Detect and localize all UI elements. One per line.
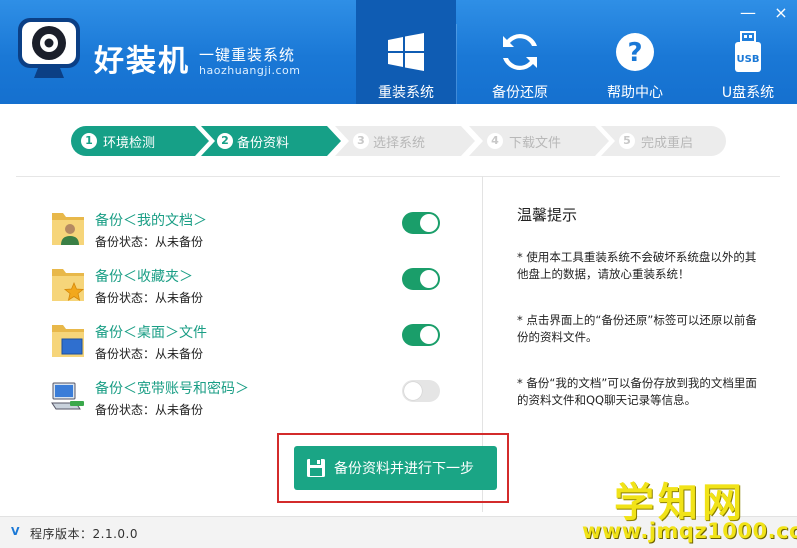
svg-text:USB: USB	[737, 54, 760, 65]
backup-toggle[interactable]	[402, 380, 440, 402]
favorites-folder-icon	[52, 269, 85, 301]
step-number: 1	[81, 133, 97, 149]
backup-status: 备份状态：从未备份	[95, 403, 204, 417]
nav-item-help[interactable]: ? 帮助中心	[585, 0, 685, 104]
step-1: 1 环境检测	[71, 126, 209, 156]
help-icon: ?	[616, 33, 654, 71]
app-domain: haozhuangji.com	[199, 64, 301, 77]
documents-folder-icon	[52, 213, 84, 245]
backup-toggle[interactable]	[402, 212, 440, 234]
step-5: 5 完成重启	[601, 126, 726, 156]
close-button[interactable]: ×	[768, 2, 794, 24]
desktop-folder-icon	[52, 325, 84, 357]
step-number: 2	[217, 133, 233, 149]
step-label: 备份资料	[237, 136, 290, 151]
panel-divider	[483, 176, 780, 177]
backup-title: 备份＜桌面＞文件	[95, 325, 207, 341]
backup-item-desktop: 备份＜桌面＞文件 备份状态：从未备份	[50, 321, 470, 371]
watermark-url: www.jmqz1000.com	[582, 519, 797, 543]
toggle-knob	[420, 270, 438, 288]
network-icon	[51, 382, 84, 410]
backup-item-favorites: 备份＜收藏夹＞ 备份状态：从未备份	[50, 265, 470, 315]
step-label: 环境检测	[103, 136, 156, 151]
toggle-knob	[404, 382, 422, 400]
nav-label: 备份还原	[492, 85, 548, 101]
tip-item: * 备份“我的文档”可以备份存放到我的文档里面的资料文件和QQ聊天记录等信息。	[517, 376, 757, 407]
nav-label: 帮助中心	[607, 85, 663, 101]
backup-item-documents: 备份＜我的文档＞ 备份状态：从未备份	[50, 209, 470, 259]
backup-title: 备份＜收藏夹＞	[95, 269, 193, 285]
minimize-button[interactable]: —	[735, 2, 761, 24]
step-3: 3 选择系统	[335, 126, 475, 156]
backup-title: 备份＜我的文档＞	[95, 213, 207, 229]
sync-icon	[503, 33, 537, 71]
backup-status: 备份状态：从未备份	[95, 291, 204, 305]
nav-item-backup-restore[interactable]: 备份还原	[470, 0, 570, 104]
toggle-knob	[420, 326, 438, 344]
backup-toggle[interactable]	[402, 268, 440, 290]
backup-toggle[interactable]	[402, 324, 440, 346]
version-badge: V	[11, 525, 20, 538]
step-number: 5	[619, 133, 635, 149]
header: 好装机 一键重装系统 haozhuangji.com 重装系统 备份还原 ? 帮…	[0, 0, 797, 104]
step-4: 4 下载文件	[469, 126, 609, 156]
backup-and-next-label: 备份资料并进行下一步	[334, 461, 474, 477]
tip-item: * 点击界面上的“备份还原”标签可以还原以前备份的资料文件。	[517, 313, 757, 344]
toggle-knob	[420, 214, 438, 232]
backup-status: 备份状态：从未备份	[95, 235, 204, 249]
step-2: 2 备份资料	[201, 126, 341, 156]
step-number: 3	[353, 133, 369, 149]
step-label: 完成重启	[641, 136, 694, 151]
nav-label: U盘系统	[721, 85, 775, 101]
logo-icon	[18, 18, 80, 78]
app-slogan: 一键重装系统	[199, 46, 296, 64]
nav-separator	[456, 24, 457, 104]
app-title: 好装机	[94, 44, 190, 79]
tip-item: * 使用本工具重装系统不会破坏系统盘以外的其他盘上的数据，请放心重装系统！	[517, 250, 757, 281]
backup-status: 备份状态：从未备份	[95, 347, 204, 361]
step-label: 下载文件	[509, 136, 562, 151]
version-text: 程序版本：2.1.0.0	[30, 527, 138, 541]
backup-title: 备份＜宽带账号和密码＞	[95, 381, 249, 397]
usb-icon: USB	[735, 31, 761, 72]
backup-item-broadband: 备份＜宽带账号和密码＞ 备份状态：从未备份	[50, 377, 470, 427]
step-number: 4	[487, 133, 503, 149]
svg-text:?: ?	[627, 38, 642, 68]
tips-title: 温馨提示	[517, 206, 578, 224]
windows-icon	[388, 33, 424, 71]
backup-and-next-button[interactable]: 备份资料并进行下一步	[294, 446, 497, 490]
step-label: 选择系统	[373, 136, 426, 151]
nav-label: 重装系统	[378, 85, 434, 101]
floppy-disk-icon	[307, 459, 325, 477]
nav-item-reinstall[interactable]: 重装系统	[356, 0, 456, 104]
